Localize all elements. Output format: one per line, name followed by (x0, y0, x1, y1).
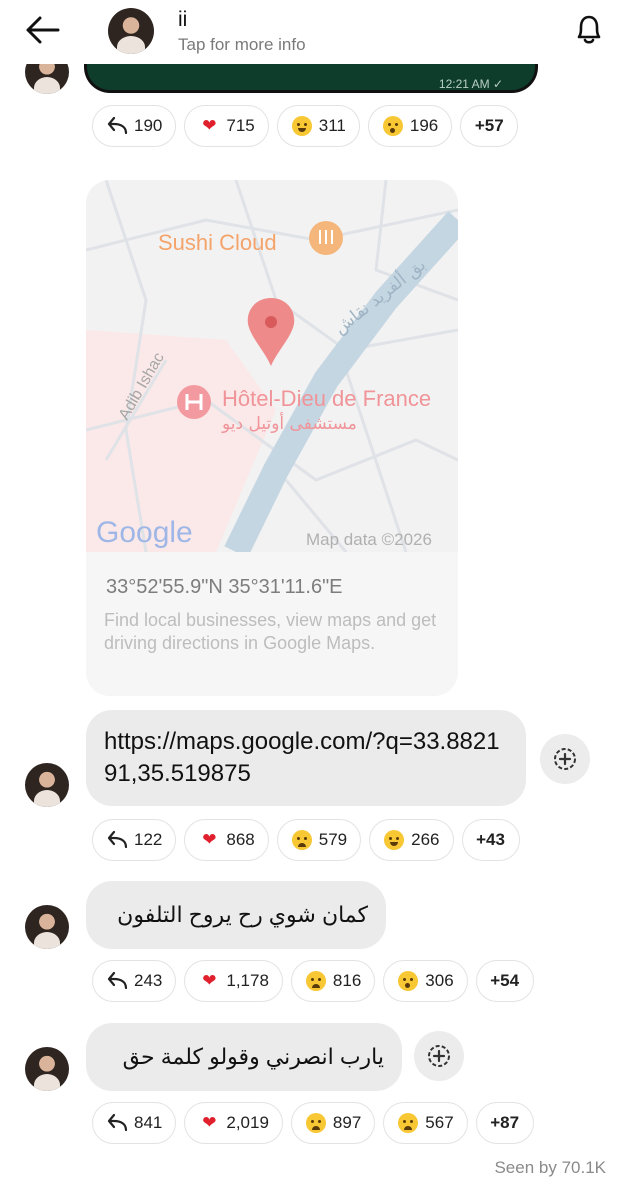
reaction-heart-button[interactable]: ❤ 868 (184, 819, 269, 861)
reply-count-button[interactable]: 122 (92, 819, 177, 861)
reaction-heart-button[interactable]: ❤ 2,019 (184, 1102, 283, 1144)
reply-icon (106, 829, 128, 851)
map-info: 33°52'55.9"N 35°31'11.6"E Find local bus… (86, 552, 458, 696)
more-reactions-button[interactable]: +87 (475, 1102, 534, 1144)
heart-icon: ❤ (202, 1113, 217, 1132)
more-reactions-button[interactable]: +54 (475, 960, 534, 1002)
reaction-bar: 190 ❤ 715 311 196 +57 (92, 105, 519, 147)
seen-by-count[interactable]: Seen by 70.1K (494, 1158, 606, 1178)
reply-count-button[interactable]: 243 (92, 960, 177, 1002)
avatar[interactable] (25, 905, 69, 949)
reaction-grin-button[interactable]: 311 (276, 105, 360, 147)
reply-count-button[interactable]: 841 (92, 1102, 177, 1144)
map-label-hotel-ar: مستشفى أوتيل ديو (221, 412, 357, 434)
google-logo: Google (96, 516, 193, 549)
grin-emoji-icon (291, 116, 312, 136)
map-coordinates: 33°52'55.9"N 35°31'11.6"E (106, 576, 343, 598)
reaction-cry-button[interactable]: 567 (383, 1102, 468, 1144)
map-image[interactable]: Sushi Cloud بق ألفريد نقاش Adib Ishac Hô… (86, 180, 458, 552)
heart-icon: ❤ (202, 830, 217, 849)
reply-icon (106, 970, 128, 992)
reaction-grin-button[interactable]: 266 (369, 819, 454, 861)
cry-emoji-icon (305, 971, 326, 991)
chat-title[interactable]: ii (178, 8, 187, 32)
map-label-sushi: Sushi Cloud (158, 230, 277, 255)
message-bubble[interactable]: 12:21 AM ✓ (84, 60, 538, 93)
cry-emoji-icon (305, 1113, 326, 1133)
bell-icon[interactable] (570, 12, 608, 48)
reaction-heart-button[interactable]: ❤ 1,178 (184, 960, 283, 1002)
more-reactions-button[interactable]: +43 (461, 819, 520, 861)
message-bubble[interactable]: يارب انصرني وقولو كلمة حق (86, 1023, 402, 1091)
back-arrow-icon[interactable] (22, 14, 62, 46)
wow-emoji-icon (382, 116, 403, 136)
reply-icon (106, 1112, 128, 1134)
more-reactions-button[interactable]: +57 (460, 105, 519, 147)
add-reaction-icon (428, 1045, 450, 1067)
chat-subtitle[interactable]: Tap for more info (178, 35, 306, 55)
message-timestamp: 12:21 AM ✓ (438, 77, 503, 91)
chat-header: ii Tap for more info (0, 0, 638, 64)
message-bubble[interactable]: كمان شوي رح يروح التلفون (86, 881, 386, 949)
cry-emoji-icon (291, 830, 312, 850)
map-preview-card[interactable]: Sushi Cloud بق ألفريد نقاش Adib Ishac Hô… (86, 180, 458, 696)
reaction-bar: 841 ❤ 2,019 897 567 +87 (92, 1102, 534, 1144)
grin-emoji-icon (384, 830, 405, 850)
map-description: Find local businesses, view maps and get… (104, 610, 437, 653)
message-bubble-link[interactable]: https://maps.google.com/?q=33.882191,35.… (86, 710, 526, 806)
add-reaction-button[interactable] (540, 734, 590, 784)
reaction-cry-button[interactable]: 897 (290, 1102, 376, 1144)
reply-count-button[interactable]: 190 (92, 105, 177, 147)
avatar[interactable] (108, 8, 154, 54)
heart-icon: ❤ (202, 971, 217, 990)
map-label-hotel: Hôtel-Dieu de France (222, 386, 431, 411)
avatar[interactable] (25, 763, 69, 807)
wow-emoji-icon (398, 971, 419, 991)
reaction-bar: 243 ❤ 1,178 816 306 +54 (92, 960, 534, 1002)
reaction-cry-button[interactable]: 816 (290, 960, 376, 1002)
avatar[interactable] (25, 1047, 69, 1091)
reaction-cry-button[interactable]: 579 (276, 819, 362, 861)
reaction-heart-button[interactable]: ❤ 715 (184, 105, 269, 147)
map-copyright: Map data ©2026 (306, 530, 432, 549)
reaction-wow-button[interactable]: 306 (383, 960, 468, 1002)
reply-icon (106, 115, 128, 137)
add-reaction-button[interactable] (414, 1031, 464, 1081)
reaction-wow-button[interactable]: 196 (367, 105, 453, 147)
reaction-bar: 122 ❤ 868 579 266 +43 (92, 819, 520, 861)
heart-icon: ❤ (202, 116, 217, 135)
add-reaction-icon (554, 748, 576, 770)
cry-emoji-icon (398, 1113, 419, 1133)
